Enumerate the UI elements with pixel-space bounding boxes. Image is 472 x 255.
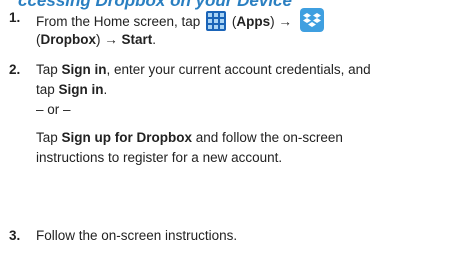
step-2-line-1: Tap Sign in, enter your current account … — [36, 62, 371, 77]
step-1-line-1: From the Home screen, tap (Apps) → — [36, 8, 324, 32]
step-number: 2. — [9, 62, 21, 77]
step-2-line-2: tap Sign in. — [36, 82, 108, 97]
start-label: Start — [121, 32, 153, 47]
sign-up-label: Sign up for Dropbox — [61, 130, 193, 145]
step-2-line-3: Tap Sign up for Dropbox and follow the o… — [36, 130, 343, 145]
sign-in-label: Sign in — [61, 62, 107, 77]
or-separator: – or – — [36, 102, 71, 117]
dropbox-label: Dropbox — [40, 32, 97, 47]
step-1-line-2: (Dropbox) → Start. — [36, 32, 157, 47]
arrow-glyph: → — [278, 14, 292, 29]
dropbox-icon — [299, 8, 324, 32]
apps-grid-icon — [206, 11, 227, 31]
apps-label: Apps — [236, 14, 271, 29]
step-number: 1. — [9, 10, 21, 25]
sign-in-label: Sign in — [58, 82, 104, 97]
step-2-line-4: instructions to register for a new accou… — [36, 150, 283, 165]
step-number: 3. — [9, 228, 21, 243]
step-3-text: Follow the on-screen instructions. — [36, 228, 238, 243]
